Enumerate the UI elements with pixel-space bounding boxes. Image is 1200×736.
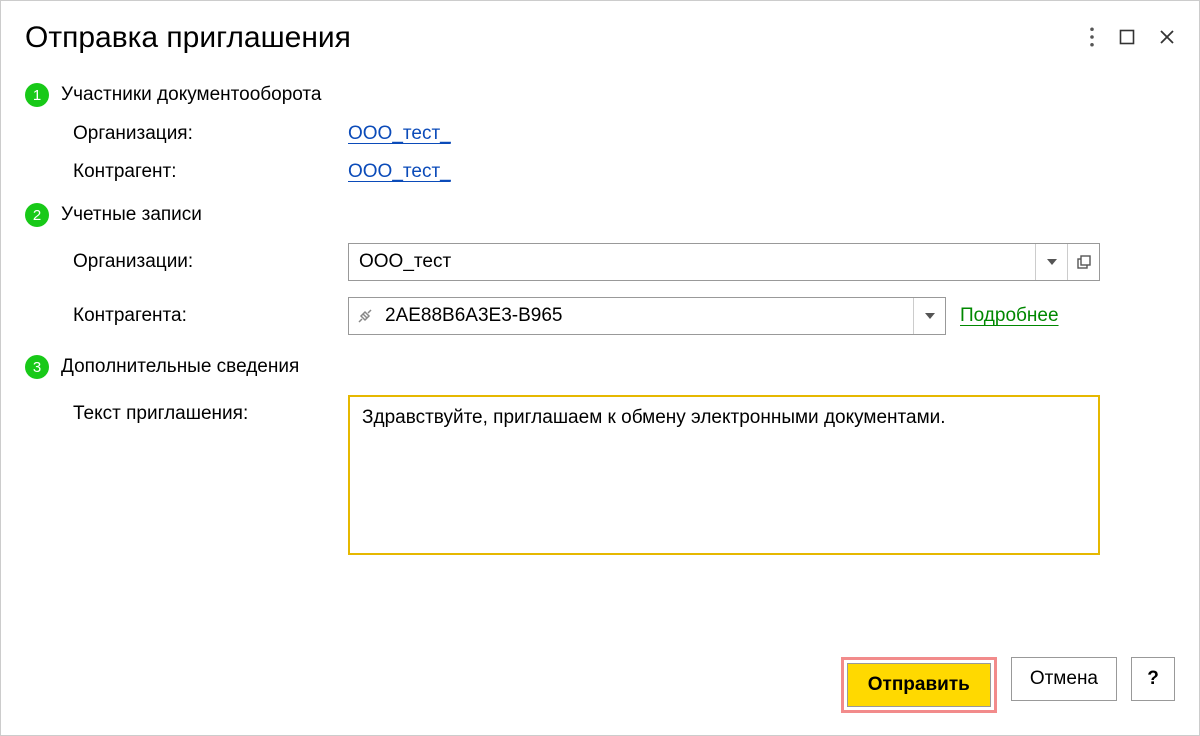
send-button[interactable]: Отправить [847, 663, 991, 707]
titlebar: Отправка приглашения [25, 21, 1175, 55]
window-controls [1089, 21, 1175, 47]
field-contr-account: Контрагента: 2AE88B6A3E3-B965 Подробнее [25, 297, 1175, 335]
input-contr-account-text[interactable]: 2AE88B6A3E3-B965 [375, 298, 913, 334]
input-contr-account: 2AE88B6A3E3-B965 [348, 297, 946, 335]
section-header: 3 Дополнительные сведения [25, 355, 1175, 379]
section-title-1: Участники документооборота [61, 84, 321, 106]
step-badge-1: 1 [25, 83, 49, 107]
link-contragent[interactable]: ООО_тест_ [348, 161, 451, 183]
section-title-3: Дополнительные сведения [61, 356, 299, 378]
cancel-button[interactable]: Отмена [1011, 657, 1117, 701]
link-more[interactable]: Подробнее [960, 305, 1059, 327]
field-contragent: Контрагент: ООО_тест_ [25, 161, 1175, 183]
label-contr-account: Контрагента: [73, 305, 348, 327]
section-additional: 3 Дополнительные сведения Текст приглаше… [25, 355, 1175, 560]
dropdown-icon[interactable] [913, 298, 945, 334]
field-organization: Организация: ООО_тест_ [25, 123, 1175, 145]
kebab-menu-icon[interactable] [1089, 27, 1095, 47]
open-external-icon[interactable] [1067, 244, 1099, 280]
label-contragent: Контрагент: [73, 161, 348, 183]
dropdown-icon[interactable] [1035, 244, 1067, 280]
dialog-window: Отправка приглашения 1 Участники докумен… [0, 0, 1200, 736]
textarea-invitation[interactable] [348, 395, 1100, 555]
label-organization: Организация: [73, 123, 348, 145]
send-button-highlight: Отправить [841, 657, 997, 713]
link-organization[interactable]: ООО_тест_ [348, 123, 451, 145]
window-title: Отправка приглашения [25, 21, 351, 55]
maximize-icon[interactable] [1119, 29, 1135, 45]
label-invitation-text: Текст приглашения: [73, 395, 348, 425]
button-bar: Отправить Отмена ? [841, 657, 1175, 713]
section-header: 1 Участники документооборота [25, 83, 1175, 107]
field-invitation-text: Текст приглашения: [25, 395, 1175, 560]
step-badge-2: 2 [25, 203, 49, 227]
help-button[interactable]: ? [1131, 657, 1175, 701]
close-icon[interactable] [1159, 29, 1175, 45]
plug-icon [349, 298, 375, 334]
input-org-account-text[interactable]: ООО_тест [349, 244, 1035, 280]
field-org-account: Организации: ООО_тест [25, 243, 1175, 281]
section-header: 2 Учетные записи [25, 203, 1175, 227]
section-accounts: 2 Учетные записи Организации: ООО_тест К… [25, 203, 1175, 335]
section-title-2: Учетные записи [61, 204, 202, 226]
step-badge-3: 3 [25, 355, 49, 379]
input-org-account: ООО_тест [348, 243, 1100, 281]
label-org-account: Организации: [73, 251, 348, 273]
section-participants: 1 Участники документооборота Организация… [25, 83, 1175, 183]
